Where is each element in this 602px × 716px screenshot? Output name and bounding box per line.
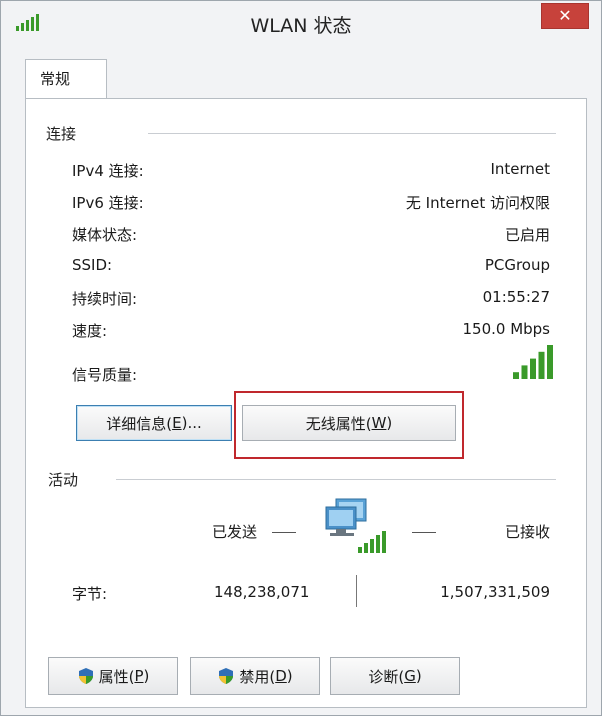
diagnose-accel-key: G — [404, 667, 416, 685]
details-button-label: 详细信息( — [106, 414, 173, 433]
media-state-label: 媒体状态: — [72, 226, 138, 244]
connection-group-title: 连接 — [46, 125, 77, 143]
network-computers-icon — [325, 498, 386, 553]
uac-shield-icon — [219, 668, 234, 684]
close-button[interactable]: ✕ — [541, 3, 589, 29]
sent-dash — [272, 532, 296, 533]
duration-value: 01:55:27 — [482, 288, 550, 306]
ipv6-label: IPv6 连接: — [72, 194, 144, 212]
media-state-value: 已启用 — [504, 226, 550, 244]
diagnose-button[interactable]: 诊断(G) — [330, 657, 460, 695]
window-title: WLAN 状态 — [250, 15, 352, 37]
properties-accel-key: P — [134, 667, 144, 685]
details-accel-key: E — [172, 414, 182, 432]
title-bar: WLAN 状态 ✕ — [1, 1, 601, 47]
wireless-accel-key: W — [371, 414, 387, 432]
bytes-received-value: 1,507,331,509 — [440, 583, 550, 601]
properties-button-label: 属性( — [98, 667, 135, 686]
speed-value: 150.0 Mbps — [462, 320, 550, 338]
signal-bar — [521, 365, 528, 379]
duration-label: 持续时间: — [72, 290, 138, 308]
close-icon: ✕ — [558, 6, 572, 25]
ssid-label: SSID: — [72, 256, 113, 274]
signal-bar — [547, 345, 553, 379]
signal-bar — [530, 358, 536, 379]
disable-accel-key: D — [275, 667, 287, 685]
details-button-suffix: )... — [181, 414, 202, 432]
uac-shield-icon — [78, 668, 93, 684]
activity-group-title: 活动 — [48, 471, 79, 489]
wireless-properties-button[interactable]: 无线属性(W) — [242, 405, 456, 441]
ipv6-value: 无 Internet 访问权限 — [405, 194, 550, 212]
tab-general[interactable]: 常规 — [25, 59, 107, 99]
received-label: 已接收 — [504, 523, 550, 541]
wireless-button-label: 无线属性( — [305, 414, 372, 433]
signal-bar — [538, 351, 545, 379]
speed-label: 速度: — [72, 322, 108, 340]
signal-quality-label: 信号质量: — [72, 366, 138, 384]
disable-button-label: 禁用( — [239, 667, 276, 686]
diagnose-button-suffix: ) — [415, 667, 422, 685]
disable-button-suffix: ) — [286, 667, 293, 685]
ssid-value: PCGroup — [484, 256, 550, 274]
details-button[interactable]: 详细信息(E)... — [76, 405, 232, 441]
bytes-sent-value: 148,238,071 — [214, 583, 310, 601]
received-dash — [412, 532, 436, 533]
bytes-divider — [356, 575, 357, 607]
disable-button[interactable]: 禁用(D) — [190, 657, 320, 695]
signal-quality-icon — [513, 345, 553, 379]
wireless-button-suffix: ) — [386, 414, 393, 432]
wlan-status-window: WLAN 状态 ✕ 常规 连接 IPv4 连接: Internet IPv6 连… — [0, 0, 602, 716]
connection-group-divider — [148, 133, 556, 134]
activity-group-divider — [116, 479, 556, 480]
signal-bar — [513, 372, 519, 379]
general-panel: 连接 IPv4 连接: Internet IPv6 连接: 无 Internet… — [25, 98, 587, 708]
tab-strip: 常规 — [15, 49, 587, 99]
ipv4-label: IPv4 连接: — [72, 162, 144, 180]
properties-button-suffix: ) — [143, 667, 150, 685]
properties-button[interactable]: 属性(P) — [48, 657, 178, 695]
diagnose-button-label: 诊断( — [368, 667, 405, 686]
ipv4-value: Internet — [490, 160, 550, 178]
bytes-label: 字节: — [72, 585, 108, 603]
sent-label: 已发送 — [212, 523, 258, 541]
